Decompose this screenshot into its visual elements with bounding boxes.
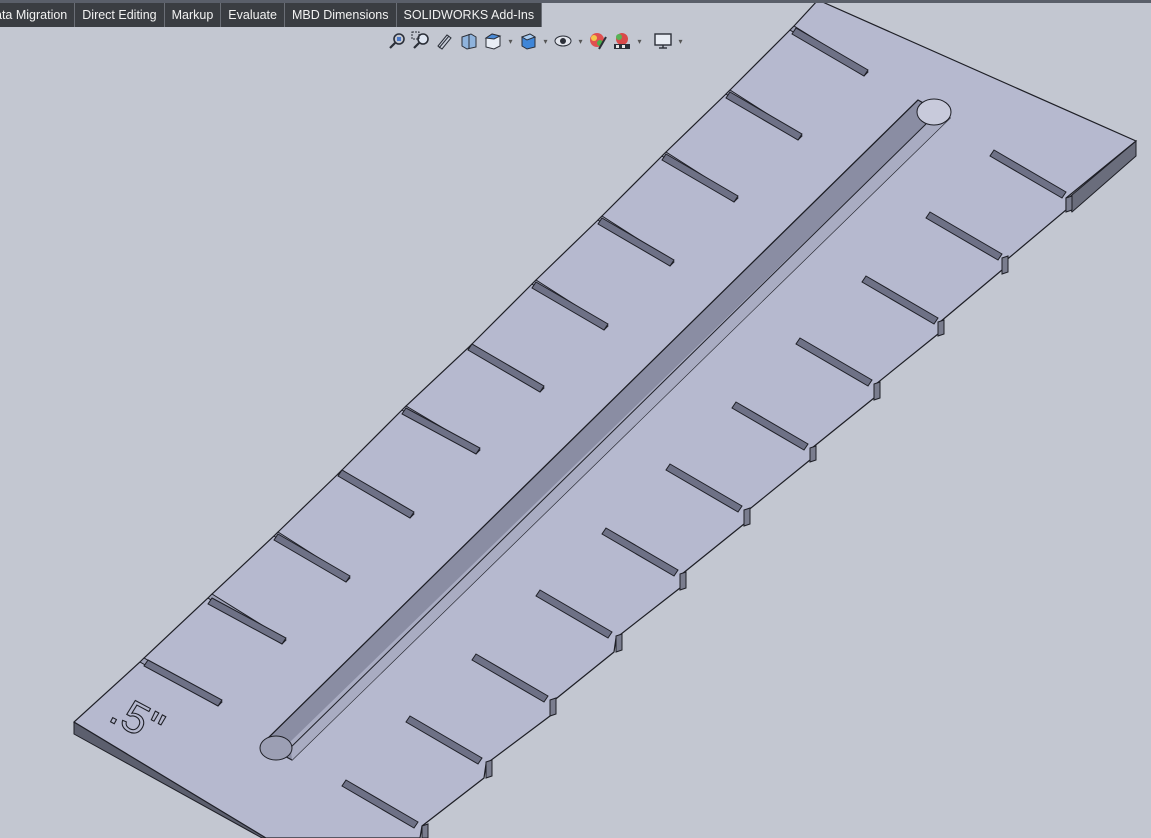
command-manager-tabs: ata Migration Direct Editing Markup Eval…: [0, 3, 543, 27]
tab-mbd-dimensions[interactable]: MBD Dimensions: [284, 3, 397, 27]
display-style-icon[interactable]: [517, 30, 539, 52]
tab-markup[interactable]: Markup: [164, 3, 222, 27]
tab-evaluate[interactable]: Evaluate: [221, 3, 285, 27]
view-settings-icon[interactable]: [652, 30, 674, 52]
tab-data-migration[interactable]: ata Migration: [0, 3, 76, 27]
hide-show-dropdown-icon[interactable]: ▾: [576, 30, 585, 52]
zoom-to-fit-icon[interactable]: [386, 30, 408, 52]
apply-scene-icon[interactable]: [611, 30, 633, 52]
previous-view-icon[interactable]: [434, 30, 456, 52]
view-settings-dropdown-icon[interactable]: ▾: [676, 30, 685, 52]
graphics-area[interactable]: .5": [0, 0, 1151, 838]
section-view-icon[interactable]: [458, 30, 480, 52]
view-orientation-dropdown-icon[interactable]: ▾: [506, 30, 515, 52]
view-orientation-icon[interactable]: [482, 30, 504, 52]
ruler-model: .5": [73, 0, 1138, 838]
center-groove: [259, 98, 952, 761]
edit-appearance-icon[interactable]: [587, 30, 609, 52]
zoom-to-area-icon[interactable]: [410, 30, 432, 52]
apply-scene-dropdown-icon[interactable]: ▾: [635, 30, 644, 52]
tab-solidworks-add-ins[interactable]: SOLIDWORKS Add-Ins: [396, 3, 543, 27]
hide-show-items-icon[interactable]: [552, 30, 574, 52]
solidworks-window: .5" ata Migration Direct Editing Markup …: [0, 0, 1151, 838]
tab-direct-editing[interactable]: Direct Editing: [75, 3, 165, 27]
display-style-dropdown-icon[interactable]: ▾: [541, 30, 550, 52]
heads-up-view-toolbar: ▾ ▾ ▾ ▾ ▾: [386, 29, 685, 53]
